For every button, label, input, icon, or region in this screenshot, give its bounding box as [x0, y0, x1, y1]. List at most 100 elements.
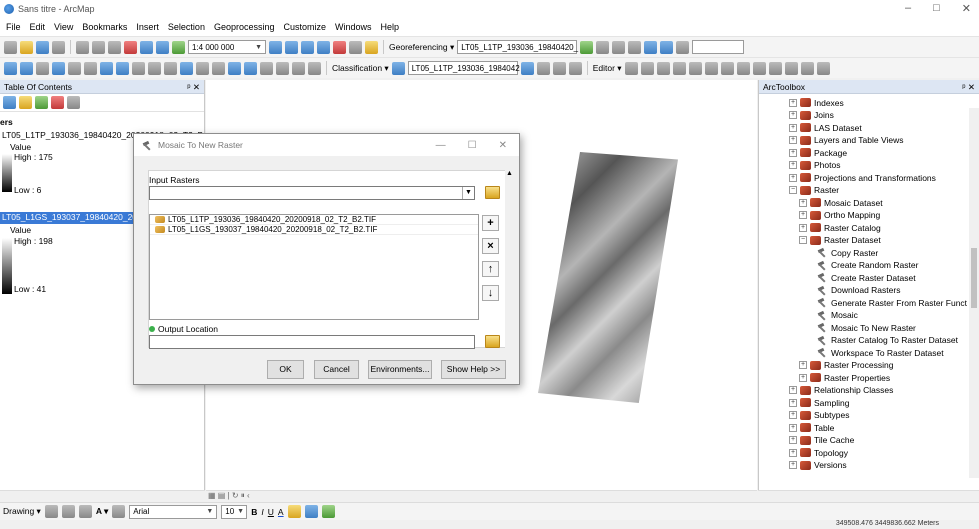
expand-icon[interactable]: +	[789, 423, 797, 432]
delete-icon[interactable]	[124, 40, 137, 54]
expand-icon[interactable]: +	[789, 111, 797, 119]
list-by-visibility-icon[interactable]	[35, 96, 48, 109]
edit-tool-icon[interactable]	[704, 61, 718, 75]
environments-button[interactable]: Environments...	[368, 360, 432, 379]
forward-extent-icon[interactable]	[116, 61, 129, 75]
add-data-icon[interactable]	[172, 40, 185, 54]
map-scale-combo[interactable]: 1:4 000 000 ▼	[188, 40, 266, 54]
select-features-icon[interactable]	[132, 61, 145, 75]
edit-tool-icon[interactable]	[720, 61, 734, 75]
scroll-thumb[interactable]	[971, 248, 977, 308]
edit-tool-icon[interactable]	[800, 61, 814, 75]
layout-view-icons[interactable]: ▦ ▤ | ↻ ⏸ ‹	[208, 491, 250, 500]
fixed-zoom-out-icon[interactable]	[84, 61, 97, 75]
measure-icon[interactable]	[228, 61, 241, 75]
undo-icon[interactable]	[140, 40, 153, 54]
copy-icon[interactable]	[92, 40, 105, 54]
back-extent-icon[interactable]	[100, 61, 113, 75]
chevron-down-icon[interactable]: ▼	[462, 187, 474, 199]
toolbox-scrollbar[interactable]	[969, 108, 979, 478]
move-down-button[interactable]: ↓	[482, 285, 499, 301]
move-up-button[interactable]: ↑	[482, 261, 499, 277]
remove-raster-button[interactable]: ×	[482, 238, 499, 254]
rotate-icon[interactable]	[676, 40, 690, 54]
dialog-close-button[interactable]: ✕	[499, 140, 507, 151]
toolbox-item[interactable]: + Raster Catalog	[799, 221, 881, 234]
toolbox-item[interactable]: + Ortho Mapping	[799, 209, 880, 222]
expand-icon[interactable]: +	[789, 461, 797, 469]
catalog-icon[interactable]	[301, 40, 314, 54]
open-icon[interactable]	[20, 40, 33, 54]
georef-tool-icon[interactable]	[628, 40, 642, 54]
expand-icon[interactable]: +	[789, 411, 797, 419]
paste-icon[interactable]	[108, 40, 121, 54]
toolbox-item[interactable]: + Raster Processing	[799, 359, 893, 372]
output-location-input[interactable]	[149, 335, 475, 349]
text-tool-icon[interactable]: A ▾	[96, 506, 108, 517]
rotate-icon[interactable]	[61, 505, 75, 518]
toolbox-item[interactable]: − Raster	[789, 184, 839, 197]
list-by-drawing-order-icon[interactable]	[3, 96, 16, 109]
add-raster-button[interactable]: +	[482, 215, 499, 231]
search-window-icon[interactable]	[317, 40, 330, 54]
editor-menu[interactable]: Editor ▾	[593, 63, 622, 74]
select-elements-icon[interactable]	[164, 61, 177, 75]
training-sample-icon[interactable]	[520, 61, 534, 75]
python-icon[interactable]	[349, 40, 362, 54]
full-extent-icon[interactable]	[52, 61, 65, 75]
edit-tool-icon[interactable]	[624, 61, 638, 75]
cut-icon[interactable]	[76, 40, 89, 54]
expand-icon[interactable]: +	[789, 98, 797, 107]
view-link-table-icon[interactable]	[644, 40, 658, 54]
menu-insert[interactable]: Insert	[136, 22, 159, 32]
menu-selection[interactable]: Selection	[168, 22, 205, 32]
add-control-points-icon[interactable]	[580, 40, 594, 54]
fixed-zoom-in-icon[interactable]	[68, 61, 81, 75]
edit-tool-icon[interactable]	[640, 61, 654, 75]
dialog-scrollbar[interactable]: ▲	[505, 170, 514, 348]
hyperlink-icon[interactable]	[196, 61, 209, 75]
underline-button[interactable]: U	[268, 507, 274, 517]
georef-tool-icon[interactable]	[596, 40, 610, 54]
toolbox-item[interactable]: + Package	[789, 146, 847, 159]
georef-layer-combo[interactable]: LT05_L1TP_193036_19840420_▼	[457, 40, 588, 54]
minimize-button[interactable]: –	[905, 2, 911, 15]
classification-layer-combo[interactable]: LT05_L1TP_193036_1984042▼	[407, 61, 530, 75]
expand-icon[interactable]: +	[799, 361, 807, 369]
expand-icon[interactable]: +	[789, 436, 797, 444]
toolbox-horizontal-scrollbar[interactable]	[758, 490, 979, 502]
time-slider-icon[interactable]	[292, 61, 305, 75]
toolbox-item[interactable]: Copy Raster	[817, 246, 878, 259]
toolbox-item[interactable]: + Versions	[789, 459, 847, 472]
georeferencing-menu[interactable]: Georeferencing ▾	[389, 42, 454, 53]
cancel-button[interactable]: Cancel	[314, 360, 359, 379]
marker-color-icon[interactable]	[321, 505, 335, 518]
save-icon[interactable]	[36, 40, 49, 54]
drawing-menu[interactable]: Drawing ▾	[3, 506, 41, 517]
expand-icon[interactable]: +	[799, 373, 807, 382]
expand-icon[interactable]: +	[789, 398, 797, 407]
rectangle-icon[interactable]	[78, 505, 92, 518]
dialog-minimize-button[interactable]: —	[436, 140, 446, 151]
expand-icon[interactable]: +	[789, 123, 797, 132]
expand-icon[interactable]: +	[789, 173, 797, 182]
font-select[interactable]: Arial ▼	[129, 504, 218, 519]
go-to-xy-icon[interactable]	[276, 61, 289, 75]
toolbox-item[interactable]: + Sampling	[789, 396, 849, 409]
toolbox-item[interactable]: Create Random Raster	[817, 259, 918, 272]
toolbox-item[interactable]: + Subtypes	[789, 409, 849, 422]
line-color-icon[interactable]	[304, 505, 318, 518]
expand-icon[interactable]: +	[789, 148, 797, 157]
toolbox-item[interactable]: + Projections and Transformations	[789, 171, 936, 184]
menu-help[interactable]: Help	[381, 22, 400, 32]
toolbox-item[interactable]: + Layers and Table Views	[789, 134, 903, 147]
expand-icon[interactable]: +	[799, 211, 807, 219]
list-by-source-icon[interactable]	[19, 96, 32, 109]
toolbox-item[interactable]: Mosaic To New Raster	[817, 321, 916, 334]
print-icon[interactable]	[52, 40, 65, 54]
input-rasters-dropdown[interactable]: ▼	[149, 186, 475, 200]
edit-tool-icon[interactable]	[672, 61, 686, 75]
sketch-tool-icon[interactable]	[656, 61, 670, 75]
menu-windows[interactable]: Windows	[335, 22, 372, 32]
menu-bookmarks[interactable]: Bookmarks	[82, 22, 127, 32]
